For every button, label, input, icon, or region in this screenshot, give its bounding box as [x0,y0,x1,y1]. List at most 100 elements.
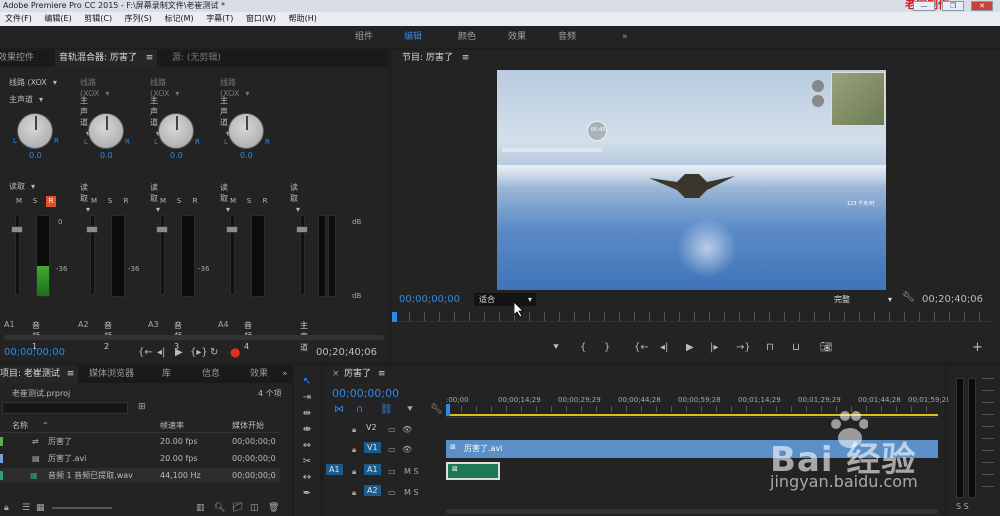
rolling-edit-tool-icon[interactable]: ⇼ [299,424,315,438]
timeline-settings-wrench-icon[interactable]: 🔧︎ [430,404,443,415]
find-icon[interactable]: 🔍︎ [214,500,225,516]
mark-in-icon[interactable]: { [580,342,586,353]
play-icon[interactable]: ▶ [175,347,183,358]
play-in-to-out-icon[interactable]: {▸} [190,347,208,358]
mute-button-a1[interactable]: M [14,196,24,207]
zoom-fit-dropdown[interactable]: 适合 ▾ [474,293,536,306]
minimize-button[interactable]: — [913,1,935,11]
track-eye-icon[interactable]: 👁︎ [402,445,412,454]
channel-route-dropdown[interactable]: 线路 (XOX [9,77,57,88]
maximize-button[interactable]: ❐ [942,1,964,11]
tab-project[interactable]: 项目: 老崔测试 ≡ [0,366,79,383]
step-back-icon[interactable]: ◂| [660,342,668,353]
automation-mode-dropdown[interactable]: 读取 [9,181,35,192]
new-search-bin-icon[interactable]: ⊞ [138,402,146,412]
wrench-icon[interactable]: 🔧︎ [902,292,915,303]
export-frame-camera-icon[interactable]: 📷︎ [820,342,833,353]
snap-icon[interactable]: ∩ [356,404,363,415]
trash-icon[interactable]: 🗑︎ [268,500,279,516]
mute-button-a2[interactable]: M [89,196,99,207]
program-timecode-current[interactable]: 00;00;00;00 [399,294,460,305]
master-fader-track[interactable] [296,215,308,295]
automate-to-sequence-icon[interactable]: ▥ [196,500,205,516]
tab-audio-track-mixer[interactable]: 音轨混合器: 厉害了 ≡ [55,50,158,67]
pan-knob[interactable] [17,113,53,149]
step-back-icon[interactable]: ◂| [157,347,165,358]
meter-solo-buttons[interactable]: S S [956,502,969,511]
workspace-tab-assembly[interactable]: 组件 [355,26,373,48]
workspace-tab-audio[interactable]: 音频 [558,26,576,48]
record-button-a1[interactable]: R [46,196,56,207]
selection-tool-icon[interactable]: ↖ [299,376,315,390]
track-lock-icon[interactable]: 🔒︎ [352,445,356,455]
track-mute-solo[interactable]: M S [404,467,419,476]
record-button-a3[interactable]: R [190,196,200,207]
mute-button-a4[interactable]: M [228,196,238,207]
panel-menu-icon[interactable]: ≡ [462,53,470,63]
menu-sequence[interactable]: 序列(S) [120,12,157,26]
tab-program[interactable]: 节目: 厉害了 ≡ [398,50,473,67]
track-sync-icon[interactable]: ▭ [388,445,396,454]
pan-knob[interactable] [88,113,124,149]
track-sync-icon[interactable]: ▭ [388,467,396,476]
fader-track-a2[interactable] [86,215,98,295]
go-to-in-icon[interactable]: {← [138,347,153,358]
play-icon[interactable]: ▶ [686,342,694,353]
tab-libraries[interactable]: 库 [158,366,175,383]
channel-bus-dropdown[interactable]: 主声道 [9,94,43,105]
record-button-a2[interactable]: R [121,196,131,207]
razor-tool-icon[interactable]: ✂ [299,456,315,470]
pan-value[interactable]: 0.0 [100,151,113,160]
audio-clip[interactable]: ⊠ [446,462,500,480]
fader-handle[interactable] [11,226,23,233]
track-lock-icon[interactable]: 🔒︎ [352,488,356,498]
menu-clip[interactable]: 剪辑(C) [79,12,117,26]
track-label-v2[interactable]: V2 [366,423,377,432]
menu-marker[interactable]: 标记(M) [159,12,198,26]
ripple-edit-tool-icon[interactable]: ⇹ [299,408,315,422]
channel-bus-dropdown[interactable]: 主声道 [80,95,90,127]
master-automation-dropdown[interactable]: 读取 [290,182,300,203]
project-row[interactable]: ▦ 音频 1 音频已提取.wav 44,100 Hz 00;00;00;0 [0,468,280,483]
column-name[interactable]: 名称 [12,418,28,433]
automation-mode-dropdown[interactable]: 读取 [220,182,230,203]
program-video-frame[interactable]: 00:45 123 千米/时 [497,70,886,290]
track-select-tool-icon[interactable]: ⇥ [299,392,315,406]
automation-mode-dropdown[interactable]: 读取 [150,182,160,203]
fader-handle[interactable] [86,226,98,233]
track-label-a1[interactable]: A1 [364,464,381,475]
program-playhead[interactable] [392,312,397,322]
fader-handle[interactable] [156,226,168,233]
project-row[interactable]: ▤ 厉害了.avi 20.00 fps 00;00;00;0 [0,451,280,466]
track-label-a2[interactable]: A2 [364,485,381,496]
solo-button-a4[interactable]: S [244,196,254,207]
tab-effects[interactable]: 效果 [246,366,272,383]
automation-mode-dropdown[interactable]: 读取 [80,182,90,203]
tab-media-browser[interactable]: 媒体浏览器 [85,366,138,383]
workspace-tab-color[interactable]: 颜色 [458,26,476,48]
fader-handle[interactable] [296,226,308,233]
timeline-horizontal-scrollbar[interactable] [446,509,938,514]
timeline-playhead[interactable] [446,404,450,416]
extract-icon[interactable]: ⊔ [792,342,800,353]
channel-bus-dropdown[interactable]: 主声道 [150,95,160,127]
track-eye-icon[interactable]: 👁︎ [402,425,412,434]
mark-out-icon[interactable]: } [604,342,610,353]
menu-file[interactable]: 文件(F) [0,12,37,26]
list-view-icon[interactable]: ☰ [22,500,30,516]
pan-value[interactable]: 0.0 [170,151,183,160]
linked-selection-icon[interactable]: ⛓︎ [380,404,393,415]
lock-icon[interactable]: 🔒︎ [4,500,9,516]
source-patch-a1[interactable]: A1 [326,464,343,475]
column-media-start[interactable]: 媒体开始 [232,418,264,433]
fader-track-a1[interactable] [11,215,23,295]
solo-button-a3[interactable]: S [174,196,184,207]
workspace-more-icon[interactable]: » [622,26,628,48]
tab-source[interactable]: 源: (无剪辑) [168,50,225,67]
menu-window[interactable]: 窗口(W) [241,12,281,26]
fader-track-a3[interactable] [156,215,168,295]
timeline-timecode[interactable]: 00;00;00;00 [332,387,399,400]
zoom-slider[interactable] [52,507,112,509]
channel-route-dropdown[interactable]: 线路 (XOX [150,77,179,98]
more-tabs-icon[interactable]: » [278,366,292,383]
